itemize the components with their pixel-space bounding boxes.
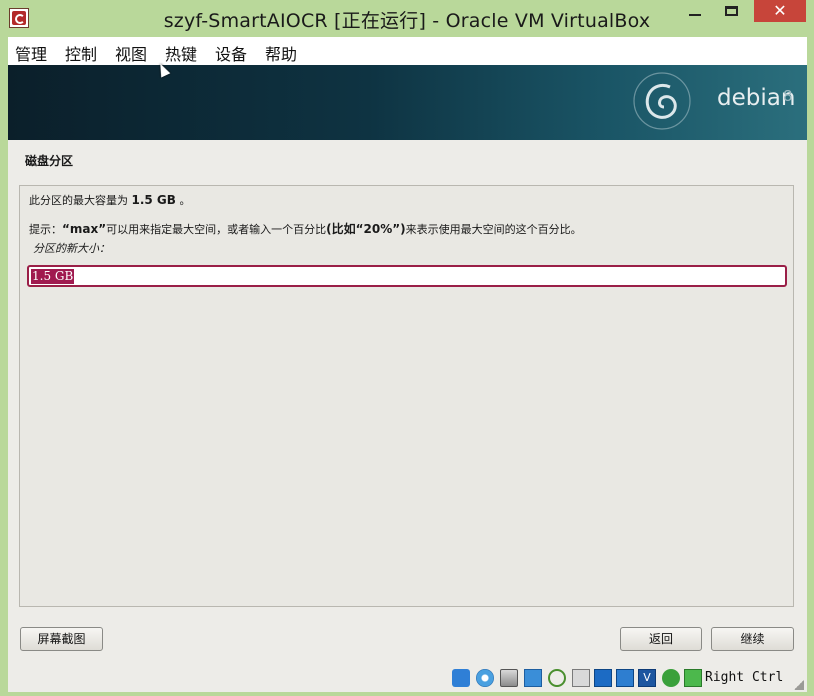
maximize-icon [725, 6, 738, 16]
max-capacity-value: 1.5 GB [131, 193, 176, 207]
menu-control[interactable]: 控制 [65, 41, 97, 65]
close-icon: ✕ [773, 1, 787, 20]
hint-example: (比如“20%”) [326, 222, 406, 236]
close-button[interactable]: ✕ [754, 0, 806, 22]
menu-view[interactable]: 视图 [115, 41, 147, 65]
keyboard-capture-icon[interactable] [684, 669, 702, 687]
resize-grip-icon[interactable] [794, 680, 804, 690]
mouse-integration-icon[interactable] [662, 669, 680, 687]
max-capacity-prefix: 此分区的最大容量为 [29, 194, 128, 207]
hint-middle: 可以用来指定最大空间，或者输入一个百分比 [106, 223, 327, 236]
debian-swirl-logo [633, 72, 691, 130]
minimize-button[interactable] [680, 0, 710, 22]
hint-keyword: “max” [62, 222, 107, 236]
virtualbox-window: szyf-SmartAIOCR [正在运行] - Oracle VM Virtu… [0, 0, 814, 696]
installer-content: 磁盘分区 此分区的最大容量为 1.5 GB 。 提示：“max”可以用来指定最大… [8, 140, 807, 666]
minimize-icon [689, 14, 701, 16]
continue-button[interactable]: 继续 [711, 627, 794, 651]
status-bar: V Right Ctrl [8, 666, 807, 692]
max-capacity-text: 此分区的最大容量为 1.5 GB 。 [29, 192, 190, 208]
partition-size-value: 1.5 GB [31, 269, 75, 284]
display-icon[interactable] [594, 669, 612, 687]
max-capacity-suffix: 。 [179, 194, 191, 207]
partition-size-input[interactable]: 1.5 GB [27, 265, 787, 287]
menu-manage[interactable]: 管理 [15, 41, 47, 65]
video-capture-icon[interactable] [616, 669, 634, 687]
maximize-button[interactable] [716, 0, 748, 22]
title-bar[interactable]: szyf-SmartAIOCR [正在运行] - Oracle VM Virtu… [0, 0, 814, 37]
hint-prefix: 提示： [29, 223, 62, 236]
debian-version: 8 [783, 87, 793, 105]
virtualization-icon[interactable]: V [638, 669, 656, 687]
optical-drive-icon[interactable] [476, 669, 494, 687]
screenshot-button[interactable]: 屏幕截图 [20, 627, 103, 651]
audio-icon[interactable] [500, 669, 518, 687]
menu-bar: 管理 控制 视图 热键 设备 帮助 [8, 37, 807, 65]
hint-suffix: 来表示使用最大空间的这个百分比。 [405, 223, 582, 236]
new-size-label: 分区的新大小： [33, 242, 110, 255]
debian-banner: debian 8 [8, 65, 807, 140]
section-title: 磁盘分区 [25, 154, 74, 168]
menu-help[interactable]: 帮助 [265, 41, 297, 65]
partition-size-panel: 此分区的最大容量为 1.5 GB 。 提示：“max”可以用来指定最大空间，或者… [19, 185, 794, 607]
shared-folders-icon[interactable] [572, 669, 590, 687]
hdd-activity-icon[interactable] [452, 669, 470, 687]
menu-hotkeys[interactable]: 热键 [165, 41, 197, 65]
usb-icon[interactable] [548, 669, 566, 687]
network-icon[interactable] [524, 669, 542, 687]
menu-devices[interactable]: 设备 [215, 41, 247, 65]
host-key-label: Right Ctrl [705, 670, 784, 685]
back-button[interactable]: 返回 [620, 627, 702, 651]
hint-text: 提示：“max”可以用来指定最大空间，或者输入一个百分比(比如“20%”)来表示… [29, 220, 582, 237]
